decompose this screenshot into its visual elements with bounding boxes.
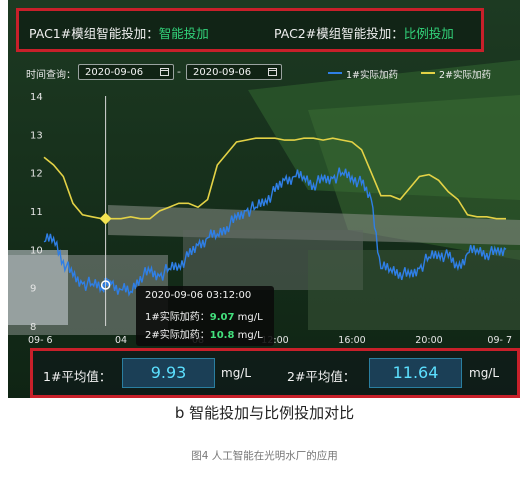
avg1-value-box: 9.93 [122,358,215,388]
tooltip-s2-value: 10.8 [209,330,235,341]
avg2-unit: mg/L [469,366,500,380]
tooltip-series1: 1#实际加药：9.07 mg/L [145,308,263,323]
tooltip-series2: 2#实际加药：10.8 mg/L [145,326,263,341]
avg1-unit: mg/L [221,366,252,380]
chart-tooltip: 2020-09-06 03:12:00 1#实际加药：9.07 mg/L 2#实… [136,286,274,346]
series1-line [43,167,507,297]
y-tick-label: 13 [30,130,43,141]
tooltip-s2-label: 2#实际加药： [145,330,210,341]
x-tick-label: 16:00 [338,335,365,346]
y-tick-label: 10 [30,245,43,256]
tooltip-s1-label: 1#实际加药： [145,312,210,323]
y-tick-label: 11 [30,207,43,218]
avg2-label: 2#平均值： [287,369,356,384]
y-tick-label: 9 [30,284,36,295]
tooltip-time: 2020-09-06 03:12:00 [145,290,252,301]
x-tick-label: 09- 6 [28,335,53,346]
y-tick-label: 14 [30,92,43,103]
dashboard-screen: PAC1#模组智能投加：智能投加 PAC2#模组智能投加：比例投加 时间查询： … [8,0,520,398]
y-tick-label: 8 [30,322,36,333]
series2-hover-point [99,212,112,225]
tooltip-s1-value: 9.07 [209,312,235,323]
figure-subcaption: b 智能投加与比例投加对比 [174,404,355,422]
avg2-value-box: 11.64 [369,358,462,388]
tooltip-s1-unit: mg/L [234,312,263,323]
figure-caption: 图4 人工智能在光明水厂的应用 [191,450,338,462]
y-tick-label: 12 [30,169,43,180]
series2-line [43,137,506,220]
x-tick-label: 20:00 [415,335,442,346]
x-tick-label: 04 [115,335,127,346]
x-tick-label: 09- 7 [487,335,512,346]
average-panel: 1#平均值： 9.93 mg/L 2#平均值： 11.64 mg/L [30,348,520,398]
tooltip-s2-unit: mg/L [234,330,263,341]
avg1-label: 1#平均值： [43,369,112,384]
